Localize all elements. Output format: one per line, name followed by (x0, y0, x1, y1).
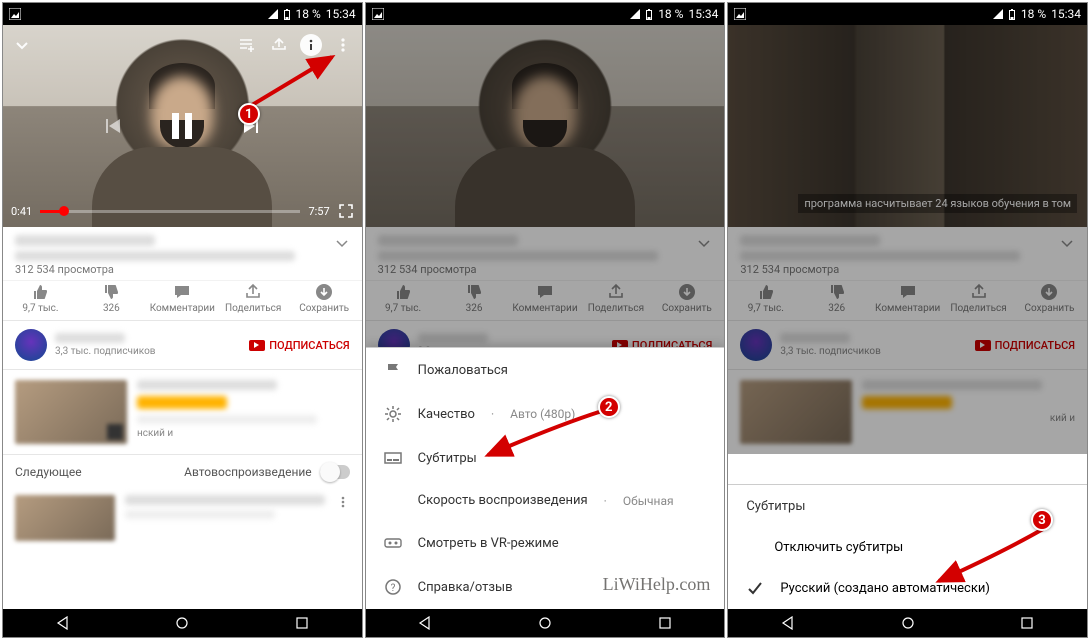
channel-row[interactable]: 3,3 тыс. подписчиков ПОДПИСАТЬСЯ (3, 321, 362, 370)
status-bar: 18 % 15:34 (728, 3, 1087, 25)
expand-description-icon[interactable] (334, 235, 350, 251)
video-player-ad: программа насчитывает 24 языков обучения… (728, 25, 1087, 227)
youtube-icon (249, 340, 265, 351)
video-player-dimmed (366, 25, 725, 227)
callout-3: 3 (1031, 509, 1053, 531)
info-icon[interactable] (300, 34, 322, 56)
settings-sheet: Пожаловаться Качество·Авто (480p) Субтит… (366, 347, 725, 609)
prev-icon[interactable] (102, 115, 124, 137)
video-caption: программа насчитывает 24 языков обучения… (798, 194, 1077, 213)
next-video-thumb[interactable] (15, 495, 115, 541)
fullscreen-icon[interactable] (338, 203, 354, 219)
comments-button[interactable]: Комментарии (152, 283, 212, 314)
signal-icon (268, 9, 278, 19)
item-overflow-icon[interactable] (336, 495, 350, 509)
status-time: 15:34 (326, 7, 356, 21)
callout-1: 1 (238, 103, 260, 125)
video-title-row[interactable] (3, 227, 362, 263)
menu-captions[interactable]: Субтитры (366, 436, 725, 480)
view-count: 312 534 просмотра (3, 263, 362, 280)
pause-button[interactable] (160, 104, 204, 148)
time-current: 0:41 (11, 205, 32, 218)
status-bar: 18 % 15:34 (3, 3, 362, 25)
cc-icon (384, 449, 402, 467)
menu-quality[interactable]: Качество·Авто (480p) (366, 392, 725, 436)
recents-nav-icon[interactable] (287, 614, 317, 632)
gear-icon (384, 405, 402, 423)
autoplay-label: Автовоспроизведение (184, 465, 312, 479)
share-button[interactable]: Поделиться (223, 283, 283, 314)
menu-report[interactable]: Пожаловаться (366, 348, 725, 392)
picture-icon (9, 8, 21, 20)
battery-icon (283, 9, 291, 20)
battery-pct: 18 % (296, 7, 321, 21)
video-player[interactable]: 0:41 7:57 1 (3, 25, 362, 227)
menu-speed[interactable]: Скорость воспроизведения·Обычная (366, 480, 725, 521)
channel-avatar (15, 329, 47, 361)
subscribe-button[interactable]: ПОДПИСАТЬСЯ (249, 339, 349, 352)
status-bar: 18 % 15:34 (366, 3, 725, 25)
svg-text:?: ? (390, 583, 395, 594)
suggestion-thumb[interactable] (15, 380, 127, 444)
android-nav-bar (3, 609, 362, 637)
home-nav-icon[interactable] (167, 614, 197, 632)
phone-screen-2: 18 % 15:34 312 534 просмотра 9,7 тыс. 32… (365, 2, 726, 638)
captions-off[interactable]: Отключить субтитры (728, 528, 1087, 567)
up-next-label: Следующее (15, 465, 82, 479)
menu-vr[interactable]: Смотреть в VR-режиме (366, 521, 725, 565)
phone-screen-3: 18 % 15:34 программа насчитывает 24 язык… (727, 2, 1088, 638)
menu-help[interactable]: ?Справка/отзыв (366, 565, 725, 609)
seek-bar[interactable] (40, 210, 300, 213)
help-icon: ? (384, 578, 402, 596)
flag-icon (384, 361, 402, 379)
subscriber-count: 3,3 тыс. подписчиков (55, 346, 155, 357)
vr-icon (384, 534, 402, 552)
collapse-icon[interactable] (11, 34, 33, 56)
captions-sheet: Субтитры Отключить субтитры Русский (соз… (728, 484, 1087, 609)
overflow-menu-icon[interactable] (332, 34, 354, 56)
phone-screen-1: 18 % 15:34 0:41 7:57 1 (2, 2, 363, 638)
time-duration: 7:57 (308, 205, 329, 218)
captions-russian[interactable]: Русский (создано автоматически) (728, 567, 1087, 609)
autoplay-toggle[interactable] (320, 465, 350, 479)
add-playlist-icon[interactable] (236, 34, 258, 56)
back-nav-icon[interactable] (48, 614, 78, 632)
check-icon (746, 579, 764, 597)
share-icon[interactable] (268, 34, 290, 56)
like-button[interactable]: 9,7 тыс. (10, 283, 70, 314)
dislike-button[interactable]: 326 (81, 283, 141, 314)
callout-2: 2 (598, 396, 620, 418)
save-button[interactable]: Сохранить (294, 283, 354, 314)
